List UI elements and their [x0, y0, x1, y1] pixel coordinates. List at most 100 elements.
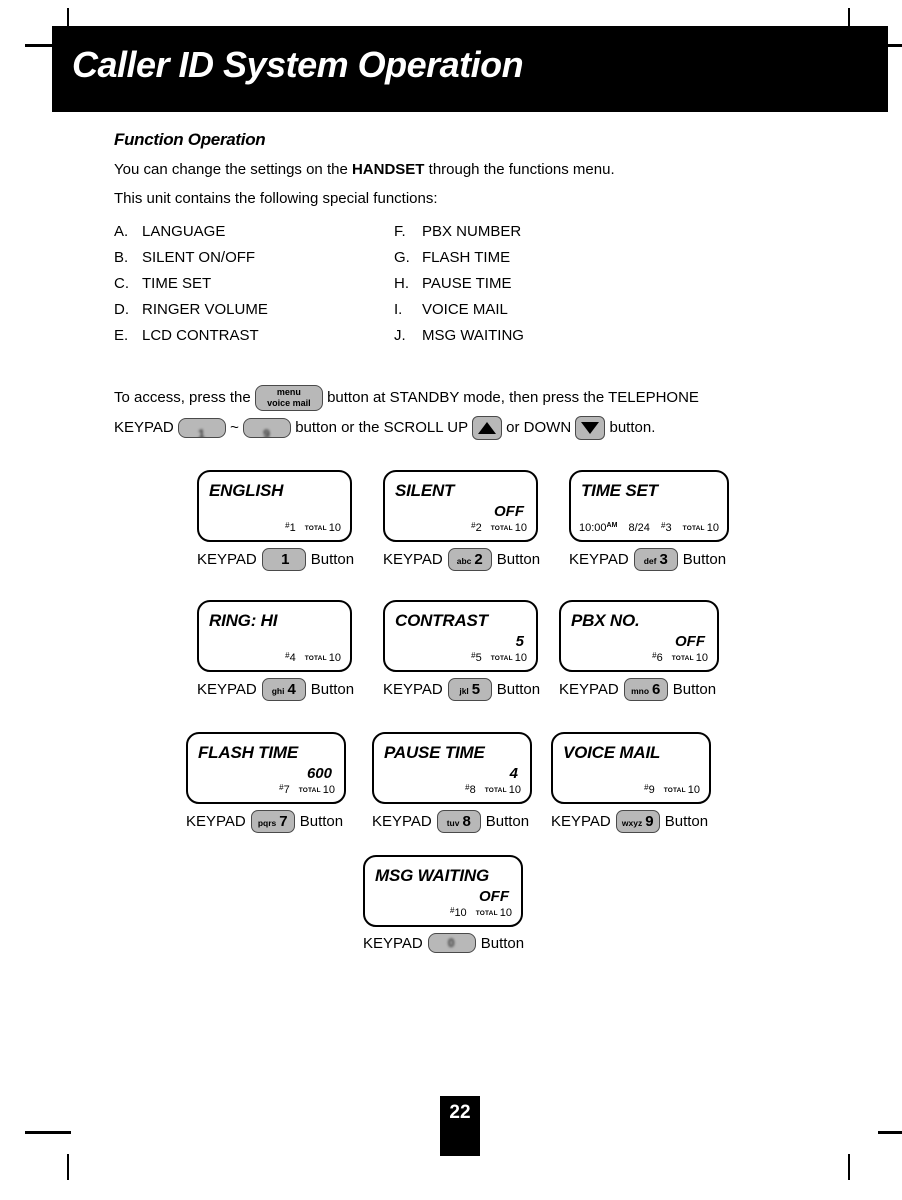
- function-letter: D.: [114, 301, 129, 318]
- keypad-1-button[interactable]: 1: [177, 418, 226, 439]
- keypad-button-7[interactable]: pqrs 7: [250, 810, 295, 833]
- scroll-up-button[interactable]: [471, 416, 502, 441]
- keypad-caption: KEYPAD wxyz 9 Button: [551, 810, 711, 833]
- lcd-total: TOTAL 10: [485, 784, 521, 796]
- lcd-index-value: 9: [648, 784, 655, 796]
- function-letter: B.: [114, 249, 129, 266]
- function-label: VOICE MAIL: [422, 301, 508, 318]
- keypad-digit: 5: [471, 681, 481, 698]
- total-label: TOTAL: [490, 655, 513, 662]
- function-item-g: G. FLASH TIME: [394, 249, 510, 266]
- panel-flash-time: FLASH TIME 600 #7 TOTAL 10 KEYPAD pqrs 7 B…: [186, 732, 346, 833]
- lcd-total-value: 10: [499, 907, 512, 919]
- lcd-footer: #9 TOTAL 10: [644, 783, 700, 796]
- keypad-button-1[interactable]: 1: [261, 548, 306, 571]
- crop-mark-bottom-left-vertical: [67, 1154, 69, 1180]
- lcd-title: RING: HI: [209, 611, 278, 630]
- menu-voice-mail-button[interactable]: menu voice mail: [254, 385, 323, 412]
- keypad-digit: 7: [279, 813, 288, 830]
- function-label: PBX NUMBER: [422, 223, 522, 240]
- lcd-total-value: 10: [706, 522, 719, 534]
- keypad-suffix: Button: [299, 813, 344, 830]
- lcd-value: OFF: [479, 888, 509, 905]
- total-label: TOTAL: [671, 655, 694, 662]
- panel-silent: SILENT OFF #2 TOTAL 10 KEYPAD abc 2 Button: [383, 470, 540, 571]
- total-label: TOTAL: [682, 525, 705, 532]
- keypad-digit: 2: [474, 551, 483, 568]
- function-item-b: B. SILENT ON/OFF: [114, 249, 394, 266]
- keypad-digit: 1: [281, 551, 290, 568]
- lcd-index-value: 4: [289, 652, 296, 664]
- handset-emphasis: HANDSET: [351, 161, 425, 178]
- keypad-button-6[interactable]: mno 6: [623, 678, 668, 701]
- lcd-display: PBX NO. OFF #6 TOTAL 10: [559, 600, 719, 672]
- keypad-button-3[interactable]: def 3: [633, 548, 678, 571]
- keypad-suffix: Button: [310, 681, 355, 698]
- keypad-prefix: KEYPAD: [551, 813, 611, 830]
- keypad-button-4[interactable]: ghi 4: [261, 678, 306, 701]
- lcd-total: TOTAL 10: [305, 522, 341, 534]
- function-letter: E.: [114, 327, 129, 344]
- function-label: PAUSE TIME: [422, 275, 512, 292]
- function-item-a: A. LANGUAGE: [114, 223, 394, 240]
- keypad-9-button[interactable]: 9: [243, 418, 292, 439]
- lcd-title: ENGLISH: [209, 481, 284, 500]
- lcd-footer: #10 TOTAL 10: [450, 906, 512, 919]
- lcd-value: 4: [509, 765, 518, 782]
- page-number: 22: [440, 1096, 480, 1156]
- lcd-title: SILENT: [395, 481, 455, 500]
- lcd-footer: #4 TOTAL 10: [285, 651, 341, 664]
- triangle-down-icon: [581, 422, 600, 435]
- lcd-footer: #2 TOTAL 10: [471, 521, 527, 534]
- panel-time-set: TIME SET 10:00AM 8/24 #3 TOTAL 10 KEYPAD …: [569, 470, 729, 571]
- scroll-down-button[interactable]: [575, 416, 606, 441]
- keypad-prefix: KEYPAD: [197, 681, 257, 698]
- total-label: TOTAL: [304, 525, 327, 532]
- lcd-index: #2: [471, 521, 482, 534]
- keypad-prefix: KEYPAD: [186, 813, 246, 830]
- keypad-digit: 6: [652, 681, 661, 698]
- lcd-footer: #5 TOTAL 10: [471, 651, 527, 664]
- access-instruction: To access, press the menu voice mail but…: [114, 383, 804, 443]
- keypad-letters: tuv: [446, 818, 460, 828]
- lcd-total-value: 10: [328, 652, 341, 664]
- keypad-suffix: Button: [310, 551, 355, 568]
- menu-key-line-2: voice mail: [267, 398, 311, 409]
- keypad-button-2[interactable]: abc 2: [447, 548, 492, 571]
- keypad-caption: KEYPAD pqrs 7 Button: [186, 810, 346, 833]
- lcd-total: TOTAL 10: [683, 522, 719, 534]
- content-area: Function Operation You can change the se…: [114, 130, 814, 349]
- lcd-total: TOTAL 10: [491, 652, 527, 664]
- function-label: LCD CONTRAST: [142, 327, 259, 344]
- lcd-value: OFF: [675, 633, 705, 650]
- lcd-total: TOTAL 10: [476, 907, 512, 919]
- function-label: LANGUAGE: [142, 223, 226, 240]
- lcd-index: #4: [285, 651, 296, 664]
- function-list-row: C. TIME SET H. PAUSE TIME: [114, 271, 674, 297]
- lcd-index: #3: [661, 521, 672, 534]
- keypad-button-9[interactable]: wxyz 9: [615, 810, 660, 833]
- lcd-index: #8: [465, 783, 476, 796]
- keypad-letters: abc: [456, 556, 472, 566]
- total-label: TOTAL: [475, 910, 498, 917]
- panel-msg-waiting: MSG WAITING OFF #10 TOTAL 10 KEYPAD 0 But…: [363, 855, 524, 953]
- function-list-row: B. SILENT ON/OFF G. FLASH TIME: [114, 245, 674, 271]
- crop-mark-bottom-right-vertical: [848, 1154, 850, 1180]
- lcd-index-value: 3: [665, 522, 672, 534]
- lcd-ampm: AM: [606, 522, 618, 529]
- lcd-display: ENGLISH #1 TOTAL 10: [197, 470, 352, 542]
- keypad-button-5[interactable]: jkl 5: [447, 678, 492, 701]
- keypad-button-8[interactable]: tuv 8: [436, 810, 481, 833]
- keypad-suffix: Button: [496, 681, 541, 698]
- section-heading: Function Operation: [114, 130, 266, 149]
- function-label: SILENT ON/OFF: [142, 249, 256, 266]
- panel-pbx: PBX NO. OFF #6 TOTAL 10 KEYPAD mno 6 Butto…: [559, 600, 719, 701]
- lcd-display: RING: HI #4 TOTAL 10: [197, 600, 352, 672]
- lcd-index-value: 8: [469, 784, 476, 796]
- keypad-button-0[interactable]: 0: [427, 933, 476, 953]
- lcd-total-value: 10: [695, 652, 708, 664]
- lcd-title: FLASH TIME: [198, 743, 298, 762]
- function-item-c: C. TIME SET: [114, 275, 394, 292]
- keypad-suffix: Button: [672, 681, 717, 698]
- access-text-4: button or the SCROLL UP: [295, 419, 468, 436]
